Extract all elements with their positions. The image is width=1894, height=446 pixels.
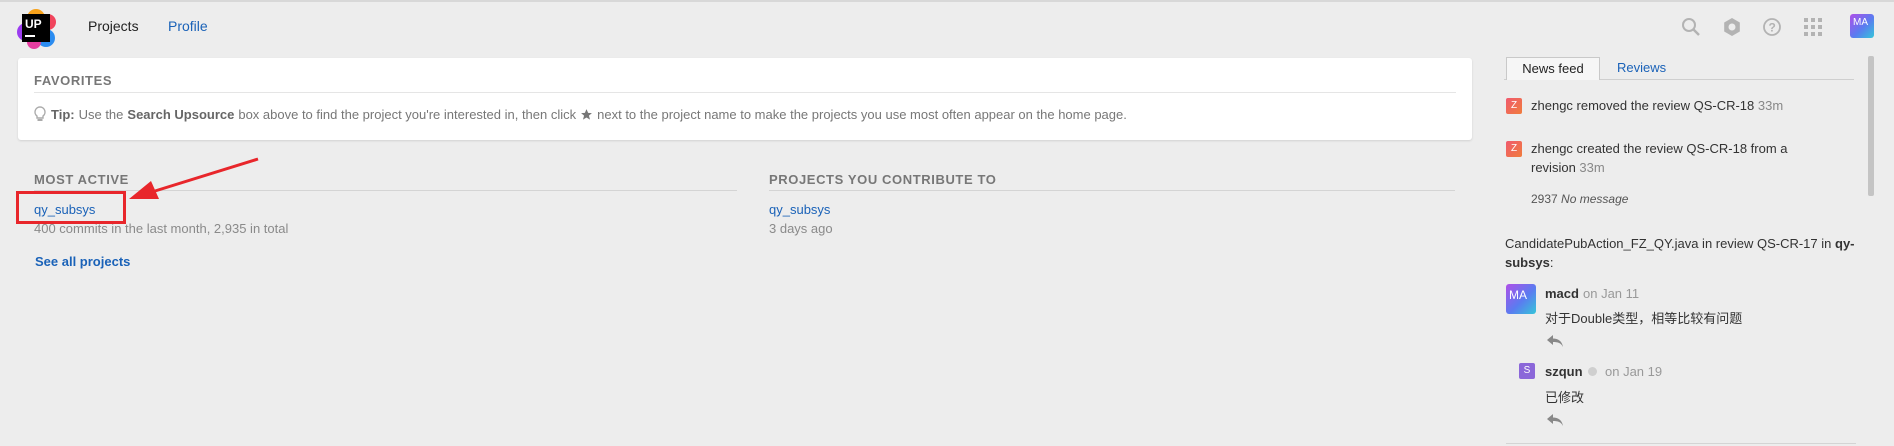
avatar: S <box>1519 363 1535 379</box>
comment-author[interactable]: szqun <box>1545 364 1583 379</box>
reply-icon[interactable] <box>1546 334 1564 348</box>
feed-item-1-time: 33m <box>1757 98 1784 113</box>
lightbulb-icon <box>34 106 46 121</box>
feed-item-2-time: 33m <box>1579 160 1605 175</box>
most-active-title: MOST ACTIVE <box>34 172 129 187</box>
feed-item-text: zhengc removed the review QS-CR-18 33m <box>1531 96 1783 115</box>
apps-grid-icon[interactable] <box>1802 16 1824 38</box>
divider <box>1506 443 1856 444</box>
contribute-project-link[interactable]: qy_subsys <box>769 202 830 217</box>
svg-text:?: ? <box>1769 21 1776 35</box>
avatar: Z <box>1506 141 1522 157</box>
comment-author[interactable]: macd <box>1545 286 1579 301</box>
tip-text-pre: Use the <box>78 106 124 122</box>
feed-item-2-text-line2: revision <box>1531 160 1576 175</box>
feed-item-2-text-line1: zhengc created the review QS-CR-18 from … <box>1531 141 1788 156</box>
nav-profile[interactable]: Profile <box>168 18 208 34</box>
upsource-logo[interactable]: UP <box>16 8 58 50</box>
annotation-highlight-box <box>16 191 126 224</box>
comment-body: 对于Double类型，相等比较有问题 <box>1545 311 1743 326</box>
divider <box>34 92 1456 93</box>
star-icon <box>581 108 593 120</box>
search-icon[interactable] <box>1680 16 1702 38</box>
user-avatar[interactable]: MA <box>1850 14 1874 38</box>
revision-id[interactable]: 2937 <box>1531 192 1558 206</box>
discussion-suffix: : <box>1549 255 1554 270</box>
tip-label: Tip: <box>51 106 75 122</box>
tab-news-feed[interactable]: News feed <box>1506 57 1600 80</box>
discussion-file-line[interactable]: CandidatePubAction_FZ_QY.java in review … <box>1505 234 1865 272</box>
settings-icon[interactable] <box>1721 16 1743 38</box>
comment-date: on Jan 19 <box>1605 364 1663 379</box>
annotation-arrow-icon <box>129 157 259 199</box>
tab-reviews[interactable]: Reviews <box>1617 60 1666 75</box>
tip-search-term: Search Upsource <box>127 106 235 122</box>
tip-text-mid: box above to find the project you're int… <box>238 106 577 122</box>
see-all-projects-link[interactable]: See all projects <box>35 254 130 269</box>
feed-item-text: zhengc created the review QS-CR-18 from … <box>1531 139 1831 177</box>
top-border <box>0 0 1894 2</box>
revision-line[interactable]: 2937 No message <box>1531 192 1628 206</box>
favorites-tip: Tip: Use the Search Upsource box above t… <box>34 106 1127 122</box>
presence-dot <box>1588 367 1597 376</box>
avatar: Z <box>1506 98 1522 114</box>
svg-text:UP: UP <box>25 17 42 31</box>
favorites-card: FAVORITES Tip: Use the Search Upsource b… <box>18 58 1472 140</box>
scrollbar[interactable] <box>1868 56 1874 196</box>
help-icon[interactable]: ? <box>1761 16 1783 38</box>
comment-body: 已修改 <box>1545 390 1585 405</box>
feed-item-1-text: zhengc removed the review QS-CR-18 <box>1531 98 1755 113</box>
favorites-title: FAVORITES <box>34 73 113 88</box>
contribute-project-meta: 3 days ago <box>769 221 833 236</box>
divider <box>769 190 1455 191</box>
nav-projects[interactable]: Projects <box>88 18 139 34</box>
revision-message: No message <box>1561 192 1629 206</box>
comment-date: on Jan 11 <box>1583 286 1640 301</box>
contribute-title: PROJECTS YOU CONTRIBUTE TO <box>769 172 997 187</box>
avatar: MA <box>1506 284 1536 314</box>
tip-text-post: next to the project name to make the pro… <box>597 106 1127 122</box>
discussion-file[interactable]: CandidatePubAction_FZ_QY.java in review … <box>1505 236 1831 251</box>
reply-icon[interactable] <box>1546 413 1564 427</box>
